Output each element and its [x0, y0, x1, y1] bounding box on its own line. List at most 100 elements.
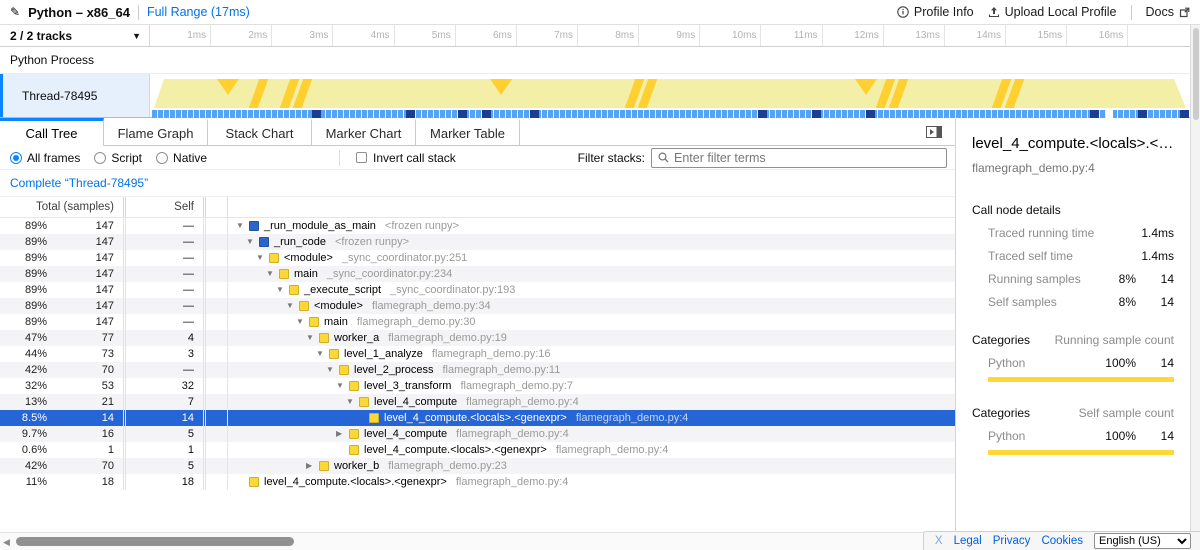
footer-link-privacy[interactable]: Privacy	[993, 535, 1031, 547]
sample-segment	[312, 110, 321, 118]
total-samples: 147	[47, 314, 123, 330]
horizontal-scrollbar-thumb[interactable]	[16, 537, 294, 546]
column-header-total[interactable]: Total (samples)	[0, 197, 126, 217]
call-tree-row[interactable]: 89%147—▼main_sync_coordinator.py:234	[0, 266, 955, 282]
file-location: flamegraph_demo.py:30	[357, 314, 476, 330]
call-tree-row[interactable]: 42%70—▼level_2_processflamegraph_demo.py…	[0, 362, 955, 378]
call-tree-row[interactable]: 44%733▼level_1_analyzeflamegraph_demo.py…	[0, 346, 955, 362]
category-label: Python	[972, 429, 1090, 443]
collapse-icon[interactable]: ▼	[296, 314, 309, 330]
radio-native[interactable]: Native	[156, 151, 207, 165]
call-tree-row[interactable]: 47%774▼worker_aflamegraph_demo.py:19	[0, 330, 955, 346]
tab-stack-chart[interactable]: Stack Chart	[208, 118, 312, 145]
jank-marker-icon[interactable]	[855, 79, 877, 95]
collapse-icon[interactable]: ▼	[336, 378, 349, 394]
call-tree-row[interactable]: 89%147—▼mainflamegraph_demo.py:30	[0, 314, 955, 330]
jank-marker-icon[interactable]	[217, 79, 239, 95]
edit-pencil-icon[interactable]: ✎	[10, 5, 20, 19]
call-tree-row[interactable]: 11%1818level_4_compute.<locals>.<genexpr…	[0, 474, 955, 490]
collapse-icon[interactable]: ▼	[306, 330, 319, 346]
call-tree-row[interactable]: 42%705▶worker_bflamegraph_demo.py:23	[0, 458, 955, 474]
collapse-icon[interactable]: ▼	[246, 234, 259, 250]
tab-flame-graph[interactable]: Flame Graph	[104, 118, 208, 145]
collapse-icon[interactable]: ▼	[256, 250, 269, 266]
timeline-ruler[interactable]: 1ms2ms3ms4ms5ms6ms7ms8ms9ms10ms11ms12ms1…	[150, 25, 1190, 46]
self-cell: 14	[126, 410, 206, 426]
function-cell: level_4_compute.<locals>.<genexpr>flameg…	[228, 474, 955, 490]
category-bar	[988, 450, 1174, 455]
thread-track-label[interactable]: Thread-78495	[0, 74, 150, 117]
footer-link-x[interactable]: X	[935, 535, 943, 547]
expand-icon[interactable]: ▶	[306, 458, 319, 474]
call-tree-row[interactable]: 89%147—▼_run_module_as_main<frozen runpy…	[0, 218, 955, 234]
function-name: level_4_compute.<locals>.<genexpr>	[364, 442, 547, 458]
horizontal-scrollbar[interactable]: ◀	[0, 532, 955, 550]
total-samples: 21	[47, 394, 123, 410]
call-tree-row[interactable]: 9.7%165▶level_4_computeflamegraph_demo.p…	[0, 426, 955, 442]
categories-subtitle: Running sample count	[1055, 333, 1174, 347]
detail-label: Traced running time	[972, 226, 1094, 240]
vertical-scrollbar[interactable]	[1190, 25, 1200, 550]
spacer-cell	[206, 282, 228, 298]
thread-activity-graph[interactable]	[150, 74, 1190, 117]
function-cell: ▼<module>_sync_coordinator.py:251	[228, 250, 955, 266]
jank-marker-icon[interactable]	[490, 79, 512, 95]
sidebar-file-location: flamegraph_demo.py:4	[972, 161, 1174, 175]
sidebar-toggle-button[interactable]	[925, 125, 943, 139]
yellow-category-icon	[289, 285, 299, 295]
footer-link-legal[interactable]: Legal	[954, 535, 982, 547]
function-cell: ▼worker_aflamegraph_demo.py:19	[228, 330, 955, 346]
radio-all-frames[interactable]: All frames	[10, 151, 80, 165]
ruler-tick: 7ms	[517, 25, 578, 46]
sample-segment	[482, 110, 491, 118]
column-header-self[interactable]: Self	[126, 197, 206, 217]
collapse-icon[interactable]: ▼	[276, 282, 289, 298]
collapse-icon[interactable]: ▼	[286, 298, 299, 314]
process-row[interactable]: Python Process	[0, 47, 1190, 74]
tab-call-tree[interactable]: Call Tree	[0, 118, 104, 146]
call-tree-row[interactable]: 32%5332▼level_3_transformflamegraph_demo…	[0, 378, 955, 394]
tab-marker-chart[interactable]: Marker Chart	[312, 118, 416, 145]
expand-icon[interactable]: ▶	[336, 426, 349, 442]
file-location: flamegraph_demo.py:11	[443, 362, 561, 378]
chevron-down-icon: ▼	[132, 31, 141, 41]
call-tree-row[interactable]: 13%217▼level_4_computeflamegraph_demo.py…	[0, 394, 955, 410]
call-tree-row[interactable]: 8.5%1414level_4_compute.<locals>.<genexp…	[0, 410, 955, 426]
filter-stacks-input[interactable]	[674, 151, 940, 165]
collapse-icon[interactable]: ▼	[326, 362, 339, 378]
tracks-dropdown[interactable]: 2 / 2 tracks ▼	[0, 25, 150, 46]
footer-link-cookies[interactable]: Cookies	[1041, 535, 1083, 547]
scroll-left-arrow-icon[interactable]: ◀	[3, 537, 10, 548]
spacer-cell	[206, 410, 228, 426]
total-percent: 42%	[0, 458, 47, 474]
total-percent: 44%	[0, 346, 47, 362]
breadcrumb-root[interactable]: Complete “Thread-78495”	[10, 176, 148, 190]
collapse-icon[interactable]: ▼	[236, 218, 249, 234]
language-select[interactable]: English (US)	[1094, 533, 1191, 549]
function-cell: ▶level_4_computeflamegraph_demo.py:4	[228, 426, 955, 442]
collapse-icon[interactable]: ▼	[316, 346, 329, 362]
spacer-cell	[206, 474, 228, 490]
call-tree-row[interactable]: 89%147—▼_run_code<frozen runpy>	[0, 234, 955, 250]
invert-call-stack-checkbox[interactable]: Invert call stack	[356, 151, 456, 165]
jank-marker-icon[interactable]	[249, 79, 269, 108]
call-tree-row[interactable]: 89%147—▼_execute_script_sync_coordinator…	[0, 282, 955, 298]
call-tree-row[interactable]: 0.6%11level_4_compute.<locals>.<genexpr>…	[0, 442, 955, 458]
call-tree-row[interactable]: 89%147—▼<module>_sync_coordinator.py:251	[0, 250, 955, 266]
file-location: _sync_coordinator.py:251	[342, 250, 467, 266]
vertical-scrollbar-thumb[interactable]	[1193, 28, 1199, 120]
collapse-icon[interactable]: ▼	[346, 394, 359, 410]
total-cell: 0.6%1	[0, 442, 126, 458]
tab-marker-table[interactable]: Marker Table	[416, 118, 520, 145]
profile-info-button[interactable]: Profile Info	[897, 5, 974, 19]
function-cell: level_4_compute.<locals>.<genexpr>flameg…	[228, 442, 955, 458]
call-tree-row[interactable]: 89%147—▼<module>flamegraph_demo.py:34	[0, 298, 955, 314]
total-samples: 70	[47, 362, 123, 378]
full-range-link[interactable]: Full Range (17ms)	[147, 5, 250, 19]
upload-profile-button[interactable]: Upload Local Profile	[988, 5, 1117, 19]
function-cell: ▼_execute_script_sync_coordinator.py:193	[228, 282, 955, 298]
total-cell: 8.5%14	[0, 410, 126, 426]
collapse-icon[interactable]: ▼	[266, 266, 279, 282]
docs-link[interactable]: Docs	[1146, 5, 1190, 19]
radio-script[interactable]: Script	[94, 151, 142, 165]
